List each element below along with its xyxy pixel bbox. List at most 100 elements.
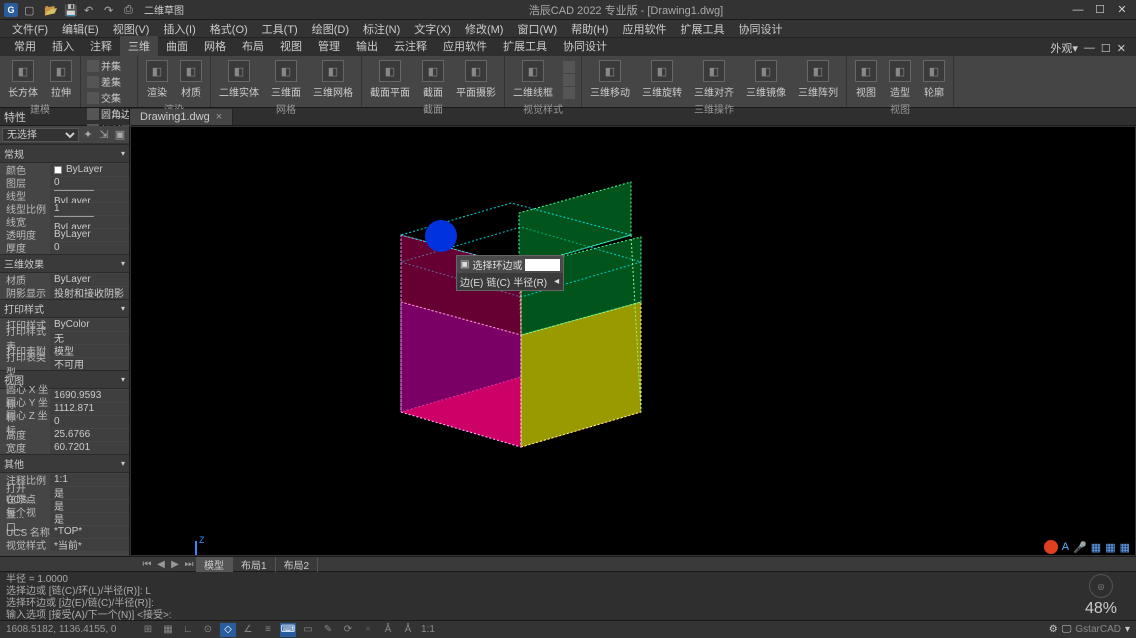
maximize-button[interactable]: ☐ <box>1090 3 1110 17</box>
cycle-toggle[interactable]: ⟳ <box>340 623 356 637</box>
material-button[interactable]: ◧材质 <box>176 58 206 101</box>
property-section-header[interactable]: 常规▾ <box>0 144 129 163</box>
status-monitor-icon[interactable]: 🖵 <box>1062 624 1072 635</box>
osnap-toggle[interactable]: ◇ <box>220 623 236 637</box>
collapse-icon[interactable]: ▾ <box>121 259 125 268</box>
ann-toggle[interactable]: Å <box>380 623 396 637</box>
property-value[interactable]: ByLayer <box>50 229 129 241</box>
layout-tab[interactable]: 布局2 <box>276 557 319 572</box>
property-value[interactable]: 1112.871 <box>50 403 129 415</box>
tray-app-icon[interactable] <box>1044 540 1058 554</box>
layout-tab[interactable]: 布局1 <box>233 557 276 572</box>
3d-face-button[interactable]: ◧三维面 <box>267 58 305 101</box>
ribbon-tab[interactable]: 云注释 <box>386 36 435 56</box>
ribbon-tab[interactable]: 网格 <box>196 36 234 56</box>
property-value[interactable]: *TOP* <box>50 526 129 538</box>
ribbon-tab[interactable]: 注释 <box>82 36 120 56</box>
layout-last-icon[interactable]: ⏭ <box>182 558 196 571</box>
layout-next-icon[interactable]: ▶ <box>168 558 182 571</box>
vs2-button[interactable] <box>561 74 577 86</box>
property-value[interactable]: ByLayer <box>50 274 129 286</box>
property-value[interactable]: 25.6766 <box>50 429 129 441</box>
tray-grid1-icon[interactable]: ▦ <box>1091 541 1101 554</box>
tab-close-icon[interactable]: ✕ <box>1117 42 1126 55</box>
menu-item[interactable]: 扩展工具 <box>674 19 730 39</box>
layout-first-icon[interactable]: ⏮ <box>140 558 154 571</box>
subtract-button[interactable]: 差集 <box>85 74 133 89</box>
3dmirror-button[interactable]: ◧三维镜像 <box>742 58 790 101</box>
menu-item[interactable]: 应用软件 <box>616 19 672 39</box>
ribbon-tab[interactable]: 应用软件 <box>435 36 495 56</box>
ribbon-tab[interactable]: 管理 <box>310 36 348 56</box>
profile-button[interactable]: ◧轮廓 <box>919 58 949 101</box>
property-value[interactable]: 投射和接收阴影 <box>50 287 129 299</box>
property-value[interactable]: ———— ByLayer <box>50 190 129 202</box>
property-value[interactable]: 60.7201 <box>50 442 129 454</box>
quick-select-icon[interactable]: ⇲ <box>97 128 111 142</box>
status-expand-icon[interactable]: ▾ <box>1125 624 1130 635</box>
ribbon-tab[interactable]: 扩展工具 <box>495 36 555 56</box>
grid-toggle[interactable]: ▦ <box>160 623 176 637</box>
minimize-button[interactable]: — <box>1068 3 1088 17</box>
new-icon[interactable]: ▢ <box>24 4 36 16</box>
shape-button[interactable]: ◧造型 <box>885 58 915 101</box>
ortho-toggle[interactable]: ∟ <box>180 623 196 637</box>
document-tab[interactable]: Drawing1.dwg × <box>130 109 233 125</box>
open-icon[interactable]: 📂 <box>44 4 56 16</box>
close-tab-icon[interactable]: × <box>216 111 222 123</box>
property-value[interactable]: 1690.9593 <box>50 390 129 402</box>
3dmove-button[interactable]: ◧三维移动 <box>586 58 634 101</box>
section-button[interactable]: ◧截面 <box>418 58 448 101</box>
property-section-header[interactable]: 打印样式▾ <box>0 299 129 318</box>
view-button[interactable]: ◧视图 <box>851 58 881 101</box>
appearance-dropdown[interactable]: 外观▾ <box>1050 40 1078 56</box>
section-plane-button[interactable]: ◧截面平面 <box>366 58 414 101</box>
vs1-button[interactable] <box>561 61 577 73</box>
model-toggle[interactable]: ▫ <box>360 623 376 637</box>
extrude-button[interactable]: ◧拉伸 <box>46 58 76 101</box>
property-value[interactable]: 模型 <box>50 345 129 357</box>
ribbon-tab[interactable]: 常用 <box>6 36 44 56</box>
snap-toggle[interactable]: ⊞ <box>140 623 156 637</box>
property-section-header[interactable]: 其他▾ <box>0 454 129 473</box>
tray-grid2-icon[interactable]: ▦ <box>1105 541 1115 554</box>
otrack-toggle[interactable]: ∠ <box>240 623 256 637</box>
print-icon[interactable]: ⎙ <box>124 4 136 16</box>
close-button[interactable]: ✕ <box>1112 3 1132 17</box>
3d-mesh-button[interactable]: ◧三维网格 <box>309 58 357 101</box>
polar-toggle[interactable]: ⊙ <box>200 623 216 637</box>
ribbon-tab[interactable]: 输出 <box>348 36 386 56</box>
ribbon-tab[interactable]: 协同设计 <box>555 36 615 56</box>
tray-mic-icon[interactable]: 🎤 <box>1073 541 1087 554</box>
selection-filter[interactable]: 无选择 <box>2 128 79 142</box>
tray-text-icon[interactable]: A <box>1062 541 1069 553</box>
property-value[interactable]: 是 <box>50 500 129 512</box>
property-value[interactable]: ByColor <box>50 319 129 331</box>
collapse-icon[interactable]: ▾ <box>121 149 125 158</box>
property-section-header[interactable]: 三维效果▾ <box>0 254 129 273</box>
dyn-toggle[interactable]: ⌨ <box>280 623 296 637</box>
tooltip-option-edge[interactable]: 边(E) <box>460 274 483 289</box>
menu-item[interactable]: 协同设计 <box>732 19 788 39</box>
property-value[interactable]: 无 <box>50 332 129 344</box>
property-value[interactable]: 0 <box>50 242 129 254</box>
command-history[interactable]: 半径 = 1.0000选择边或 [链(C)/环(L)/半径(R)]: L选择环边… <box>0 572 1066 620</box>
sc-toggle[interactable]: ✎ <box>320 623 336 637</box>
collapse-icon[interactable]: ▾ <box>121 459 125 468</box>
3dalign-button[interactable]: ◧三维对齐 <box>690 58 738 101</box>
ribbon-tab[interactable]: 曲面 <box>158 36 196 56</box>
redo-icon[interactable]: ↷ <box>104 4 116 16</box>
tray-grid3-icon[interactable]: ▦ <box>1120 541 1130 554</box>
tab-min-icon[interactable]: — <box>1084 42 1095 54</box>
model-viewport[interactable]: ▣ 选择环边或 边(E) 链(C) 半径(R) ◂ Z X Y <box>130 126 1136 556</box>
status-settings-icon[interactable]: ⚙ <box>1049 624 1058 635</box>
flatshot-button[interactable]: ◧平面摄影 <box>452 58 500 101</box>
toggle-pim-icon[interactable]: ▣ <box>113 128 127 142</box>
workspace-dropdown[interactable]: 二维草图 <box>144 2 184 17</box>
ribbon-tab[interactable]: 布局 <box>234 36 272 56</box>
collapse-icon[interactable]: ▾ <box>121 375 125 384</box>
union-button[interactable]: 并集 <box>85 58 133 73</box>
save-icon[interactable]: 💾 <box>64 4 76 16</box>
ribbon-tab[interactable]: 三维 <box>120 36 158 56</box>
ribbon-tab[interactable]: 插入 <box>44 36 82 56</box>
